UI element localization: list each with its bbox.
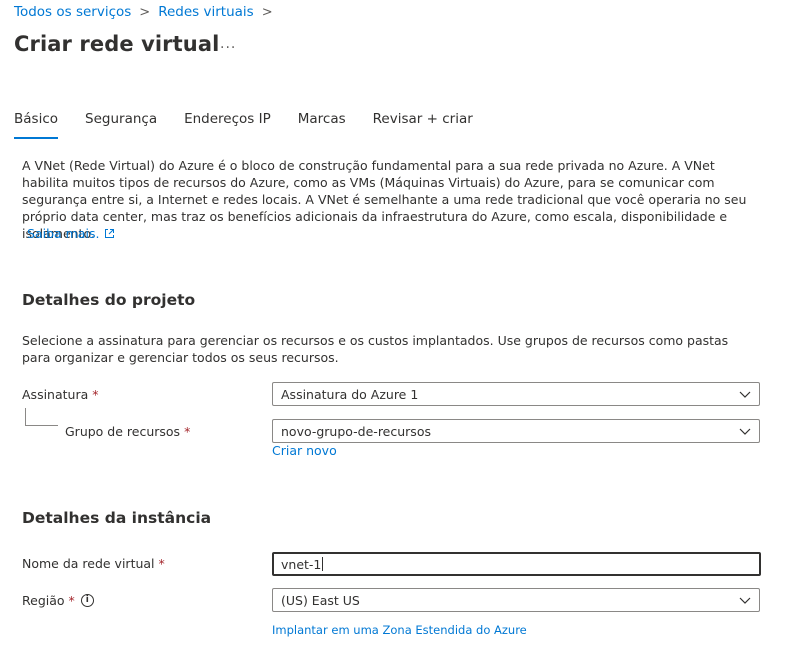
tab-ip-addresses[interactable]: Endereços IP	[184, 106, 271, 137]
project-details-heading: Detalhes do projeto	[22, 291, 196, 309]
breadcrumb-item-virtual-networks[interactable]: Redes virtuais	[158, 4, 253, 20]
chevron-right-icon: >	[139, 4, 151, 20]
instance-details-heading: Detalhes da instância	[22, 509, 212, 527]
learn-more-link-row: Saiba mais.	[27, 226, 115, 241]
region-value: (US) East US	[281, 592, 360, 608]
chevron-down-icon	[739, 428, 751, 435]
vnet-name-value: vnet-1	[281, 556, 322, 572]
project-details-description: Selecione a assinatura para gerenciar os…	[22, 333, 729, 365]
vnet-name-input[interactable]: vnet-1	[272, 552, 761, 576]
tab-security[interactable]: Segurança	[85, 106, 157, 137]
resource-group-value: novo-grupo-de-recursos	[281, 423, 431, 439]
page-title: Criar rede virtual	[14, 32, 220, 56]
create-new-resource-group-link[interactable]: Criar novo	[272, 443, 337, 458]
more-options-icon[interactable]: ...	[220, 36, 236, 52]
vnet-name-label-text: Nome da rede virtual	[22, 556, 155, 571]
subscription-value: Assinatura do Azure 1	[281, 386, 419, 402]
tree-connector-horizontal	[25, 425, 58, 426]
region-dropdown[interactable]: (US) East US	[272, 588, 760, 612]
resource-group-dropdown[interactable]: novo-grupo-de-recursos	[272, 419, 760, 443]
required-marker: *	[184, 424, 191, 439]
chevron-down-icon	[739, 391, 751, 398]
chevron-right-icon: >	[261, 4, 273, 20]
tree-connector-vertical	[25, 408, 26, 425]
resource-group-label-text: Grupo de recursos	[65, 424, 181, 439]
extended-zone-link[interactable]: Implantar em uma Zona Estendida do Azure	[272, 623, 527, 637]
tab-tags[interactable]: Marcas	[298, 106, 346, 137]
info-icon[interactable]: i	[80, 594, 94, 607]
subscription-label-text: Assinatura	[22, 387, 89, 402]
vnet-name-label: Nome da rede virtual *	[22, 556, 165, 571]
required-marker: *	[68, 593, 75, 608]
tab-basics[interactable]: Básico	[14, 106, 59, 139]
text-cursor	[322, 557, 324, 571]
region-label: Região * i	[22, 593, 94, 608]
intro-text: A VNet (Rede Virtual) do Azure é o bloco…	[22, 158, 747, 241]
chevron-down-icon	[739, 597, 751, 604]
required-marker: *	[92, 387, 99, 402]
tab-review-create[interactable]: Revisar + criar	[373, 106, 473, 137]
subscription-label: Assinatura *	[22, 387, 99, 402]
region-label-text: Região	[22, 593, 65, 608]
external-link-icon	[105, 229, 115, 238]
learn-more-link[interactable]: Saiba mais.	[27, 226, 99, 241]
breadcrumb-item-all-services[interactable]: Todos os serviços	[14, 4, 131, 20]
subscription-dropdown[interactable]: Assinatura do Azure 1	[272, 382, 760, 406]
tab-bar: Básico Segurança Endereços IP Marcas Rev…	[14, 106, 500, 142]
resource-group-label: Grupo de recursos *	[65, 424, 190, 439]
breadcrumb: Todos os serviços > Redes virtuais >	[14, 4, 281, 20]
required-marker: *	[158, 556, 165, 571]
